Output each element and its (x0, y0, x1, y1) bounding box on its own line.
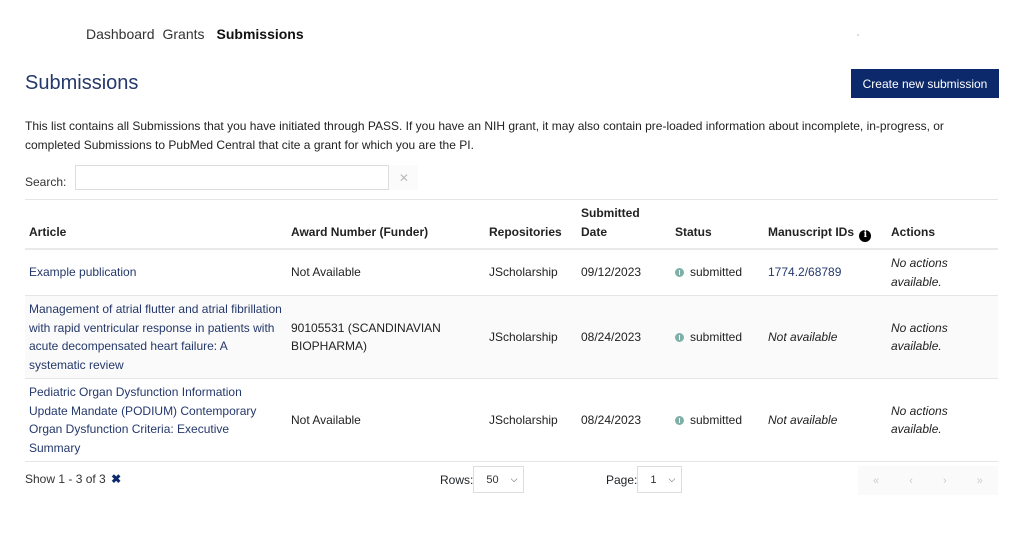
header-repositories[interactable]: Repositories (485, 200, 577, 250)
chevron-down-icon: ⌵ (510, 474, 518, 484)
page-title: Submissions (25, 72, 139, 94)
article-link[interactable]: Management of atrial flutter and atrial … (29, 302, 282, 372)
header-actions: Actions (891, 225, 936, 239)
status-info-icon (675, 268, 684, 278)
repository: JScholarship (489, 329, 558, 344)
award-number: 90105531 (SCANDINAVIAN BIOPHARMA) (291, 320, 441, 354)
header-submitted-date-line2: Date (581, 225, 608, 239)
status-info-icon (675, 332, 684, 342)
header-article[interactable]: Article (25, 200, 287, 250)
header-status[interactable]: Status (671, 200, 764, 250)
decorative-dot (857, 34, 859, 36)
repository: JScholarship (489, 412, 558, 427)
award-number: Not Available (291, 265, 361, 280)
manuscript-id-link[interactable]: 1774.2/68789 (768, 265, 841, 279)
award-number: Not Available (291, 412, 361, 427)
table-row: Management of atrial flutter and atrial … (25, 295, 998, 379)
status-text: submitted (690, 412, 743, 427)
manuscript-id: Not available (768, 329, 838, 344)
header-manuscript-ids[interactable]: Manuscript IDs i (764, 200, 887, 250)
search-label: Search: (25, 174, 67, 189)
submitted-date: 08/24/2023 (581, 412, 642, 427)
submitted-date: 08/24/2023 (581, 329, 642, 344)
page-label: Page: (606, 472, 638, 487)
result-count-text: Show 1 - 3 of 3 (25, 472, 106, 486)
top-nav: Dashboard Grants Submissions (86, 26, 312, 42)
status-info-icon (675, 415, 684, 425)
article-link[interactable]: Pediatric Organ Dysfunction Information … (29, 385, 256, 455)
page-selector: Page: 1 ⌵ (606, 466, 683, 493)
header-award-number[interactable]: Award Number (Funder) (287, 200, 485, 250)
table-row: Pediatric Organ Dysfunction Information … (25, 379, 998, 462)
actions-text: No actions available. (891, 256, 948, 289)
pagination: « ‹ › » (858, 466, 998, 495)
header-submitted-date-line1: Submitted (581, 206, 640, 220)
first-page-button[interactable]: « (873, 475, 879, 487)
page-value: 1 (650, 473, 657, 486)
rows-per-page: Rows: 50 ⌵ (440, 466, 525, 493)
status-text: submitted (690, 329, 743, 344)
search-clear-button[interactable]: ✕ (389, 165, 419, 190)
actions-text: No actions available. (891, 320, 948, 354)
table-row: Example publication Not Available JSchol… (25, 249, 998, 296)
manuscript-id: Not available (768, 412, 838, 427)
submitted-date: 09/12/2023 (581, 265, 642, 280)
article-link[interactable]: Example publication (29, 265, 136, 279)
status-text: submitted (690, 265, 743, 280)
next-page-button[interactable]: › (943, 475, 947, 487)
last-page-button[interactable]: » (977, 475, 983, 487)
status-cell: submitted (671, 296, 764, 379)
clear-filter-icon[interactable]: ✖ (111, 472, 121, 486)
chevron-down-icon: ⌵ (668, 474, 676, 484)
header-manuscript-ids-label: Manuscript IDs (768, 225, 855, 239)
rows-label: Rows: (440, 472, 474, 487)
rows-select[interactable]: 50 ⌵ (473, 466, 525, 493)
info-icon[interactable]: i (859, 229, 872, 242)
page-select[interactable]: 1 ⌵ (637, 466, 683, 493)
header-submitted-date[interactable]: Submitted Date (577, 200, 671, 250)
status-cell: submitted (671, 379, 764, 462)
submissions-table: Article Award Number (Funder) Repositori… (25, 199, 998, 462)
search-bar: Search: ✕ (25, 165, 419, 190)
page-description: This list contains all Submissions that … (25, 119, 944, 152)
close-icon: ✕ (398, 170, 409, 185)
create-new-submission-button[interactable]: Create new submission (851, 69, 999, 98)
nav-grants[interactable]: Grants (163, 26, 205, 42)
nav-dashboard[interactable]: Dashboard (86, 26, 155, 42)
search-input[interactable] (75, 165, 390, 190)
status-cell: submitted (671, 249, 764, 296)
rows-value: 50 (486, 473, 499, 486)
actions-text: No actions available. (891, 403, 948, 437)
repository: JScholarship (489, 265, 558, 280)
nav-submissions[interactable]: Submissions (217, 26, 304, 42)
result-count: Show 1 - 3 of 3 ✖ (25, 472, 121, 486)
prev-page-button[interactable]: ‹ (909, 475, 913, 487)
table-header-row: Article Award Number (Funder) Repositori… (25, 199, 998, 250)
